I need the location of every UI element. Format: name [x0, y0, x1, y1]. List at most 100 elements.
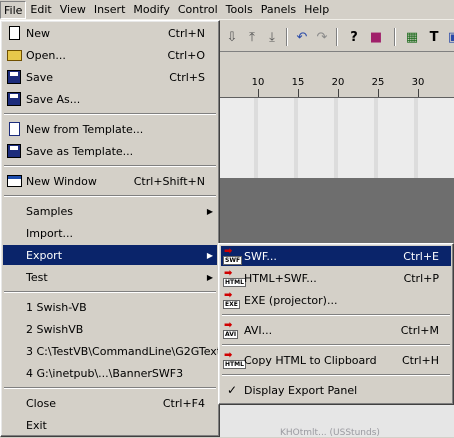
menu-item-shortcut: Ctrl+E	[403, 249, 439, 263]
menu-separator	[4, 291, 216, 293]
menu-separator	[4, 195, 216, 197]
menu-separator	[4, 165, 216, 167]
menu-item-shortcut: Ctrl+H	[401, 353, 439, 367]
menu-edit[interactable]: Edit	[26, 1, 55, 19]
menu-item-export[interactable]: Export ▶	[3, 245, 217, 265]
menu-item-label: Exit	[26, 418, 47, 432]
timeline-frames[interactable]	[218, 98, 454, 178]
menu-item-save-as[interactable]: Save As...	[3, 89, 217, 109]
export-swf-icon-text: SWF	[223, 256, 243, 265]
menu-item-recent-2[interactable]: 2 SwishVB	[3, 319, 217, 339]
ruler-label: 30	[411, 77, 425, 88]
menu-item-import[interactable]: Import...	[3, 223, 217, 243]
menu-control[interactable]: Control	[174, 1, 222, 19]
ruler-label: 15	[291, 77, 305, 88]
menu-item-label: EXE (projector)...	[244, 293, 338, 307]
menu-item-label: 3 C:\TestVB\CommandLine\G2GText	[26, 344, 222, 358]
menu-item-shortcut: Ctrl+P	[403, 271, 439, 285]
menu-tools-label: Tools	[225, 2, 253, 16]
menu-separator	[222, 314, 450, 316]
button-tool-icon[interactable]: ▣	[444, 27, 454, 47]
undo-icon[interactable]: ↶	[292, 27, 312, 47]
menu-separator	[4, 113, 216, 115]
menu-item-shortcut: Ctrl+Shift+N	[133, 174, 205, 188]
save-as-floppy-icon	[5, 90, 23, 108]
export-submenu: ➡ SWF SWF... Ctrl+E ➡ HTML HTML+SWF... Ctr…	[218, 243, 454, 405]
export-avi-icon-text: AVI	[223, 330, 239, 339]
menu-item-open[interactable]: Open... Ctrl+O	[3, 45, 217, 65]
export-html-icon: ➡ HTML	[223, 268, 246, 287]
menu-item-exit[interactable]: Exit	[3, 415, 217, 435]
ruler-label: 10	[251, 77, 265, 88]
export-exe-icon-text: EXE	[223, 300, 240, 309]
menu-item-export-html-swf[interactable]: ➡ HTML HTML+SWF... Ctrl+P	[221, 268, 451, 288]
copy-html-icon-text: HTML	[223, 360, 246, 369]
new-window-icon	[5, 172, 23, 190]
menu-item-label: AVI...	[244, 323, 273, 337]
move-top-icon[interactable]: ⤒	[242, 27, 262, 47]
menu-modify[interactable]: Modify	[129, 1, 173, 19]
submenu-arrow-icon: ▶	[206, 272, 213, 282]
menu-modify-label: Modify	[133, 2, 170, 16]
menu-item-label: Save	[26, 70, 54, 84]
menu-item-test[interactable]: Test ▶	[3, 267, 217, 287]
menu-item-label: HTML+SWF...	[244, 271, 317, 285]
submenu-arrow-icon: ▶	[206, 206, 213, 216]
menu-item-save[interactable]: Save Ctrl+S	[3, 67, 217, 87]
menu-item-export-exe[interactable]: ➡ EXE EXE (projector)...	[221, 290, 451, 310]
menu-item-label: Copy HTML to Clipboard	[244, 353, 377, 367]
menu-item-label: Test	[26, 270, 48, 284]
timeline-ruler: 10 15 20 25 30	[218, 72, 454, 98]
menu-insert-label: Insert	[93, 2, 126, 16]
menu-item-close[interactable]: Close Ctrl+F4	[3, 393, 217, 413]
menu-file[interactable]: File	[0, 0, 27, 19]
menu-panels[interactable]: Panels	[257, 1, 300, 19]
menu-item-recent-3[interactable]: 3 C:\TestVB\CommandLine\G2GText	[3, 341, 221, 361]
menu-tools[interactable]: Tools	[222, 1, 257, 19]
menu-item-export-avi[interactable]: ➡ AVI AVI... Ctrl+M	[221, 320, 451, 340]
menu-item-shortcut: Ctrl+O	[167, 48, 205, 62]
menu-item-new[interactable]: New Ctrl+N	[3, 23, 217, 43]
menu-item-display-export-panel[interactable]: ✓ Display Export Panel	[221, 380, 451, 400]
menu-control-label: Control	[177, 2, 218, 16]
help-book-icon[interactable]: ■	[366, 27, 386, 47]
menu-item-shortcut: Ctrl+F4	[162, 396, 205, 410]
menu-item-new-window[interactable]: New Window Ctrl+Shift+N	[3, 171, 217, 191]
menu-item-label: Close	[26, 396, 56, 410]
new-document-icon	[5, 24, 23, 42]
menu-item-label: Save as Template...	[26, 144, 134, 158]
text-tool-icon[interactable]: T	[424, 27, 444, 47]
menu-item-shortcut: Ctrl+S	[169, 70, 205, 84]
menu-item-label: Open...	[26, 48, 66, 62]
toolbar-separator	[336, 28, 338, 46]
move-down-icon[interactable]: ⇩	[222, 27, 242, 47]
scene-icon[interactable]: ▦	[402, 27, 422, 47]
menu-item-label: Display Export Panel	[244, 383, 358, 397]
file-menu: New Ctrl+N Open... Ctrl+O Save Ctrl+S Sa…	[0, 20, 221, 437]
menu-item-new-from-template[interactable]: New from Template...	[3, 119, 217, 139]
move-bottom-icon[interactable]: ⤓	[262, 27, 282, 47]
menu-edit-label: Edit	[30, 2, 52, 16]
menu-insert[interactable]: Insert	[90, 1, 130, 19]
context-help-icon[interactable]: ?	[344, 27, 364, 47]
menu-item-label: SWF...	[244, 249, 277, 263]
menu-item-samples[interactable]: Samples ▶	[3, 201, 217, 221]
menu-item-recent-4[interactable]: 4 G:\inetpub\...\BannerSWF3	[3, 363, 217, 383]
menu-view[interactable]: View	[56, 1, 90, 19]
menu-item-label: 2 SwishVB	[26, 322, 84, 336]
menu-panels-label: Panels	[260, 2, 297, 16]
template-document-icon	[5, 120, 23, 138]
menu-item-save-as-template[interactable]: Save as Template...	[3, 141, 217, 161]
stage-area[interactable]	[218, 178, 454, 248]
menu-item-label: Save As...	[26, 92, 81, 106]
menu-item-shortcut: Ctrl+N	[167, 26, 205, 40]
menu-item-label: Samples	[26, 204, 73, 218]
menu-help[interactable]: Help	[300, 1, 333, 19]
menu-item-copy-html[interactable]: ➡ HTML Copy HTML to Clipboard Ctrl+H	[221, 350, 451, 370]
menu-item-export-swf[interactable]: ➡ SWF SWF... Ctrl+E	[221, 246, 451, 266]
menu-separator	[222, 344, 450, 346]
redo-icon[interactable]: ↷	[312, 27, 332, 47]
save-template-icon	[5, 142, 23, 160]
menu-item-recent-1[interactable]: 1 Swish-VB	[3, 297, 217, 317]
export-swf-icon: ➡ SWF	[223, 246, 243, 265]
